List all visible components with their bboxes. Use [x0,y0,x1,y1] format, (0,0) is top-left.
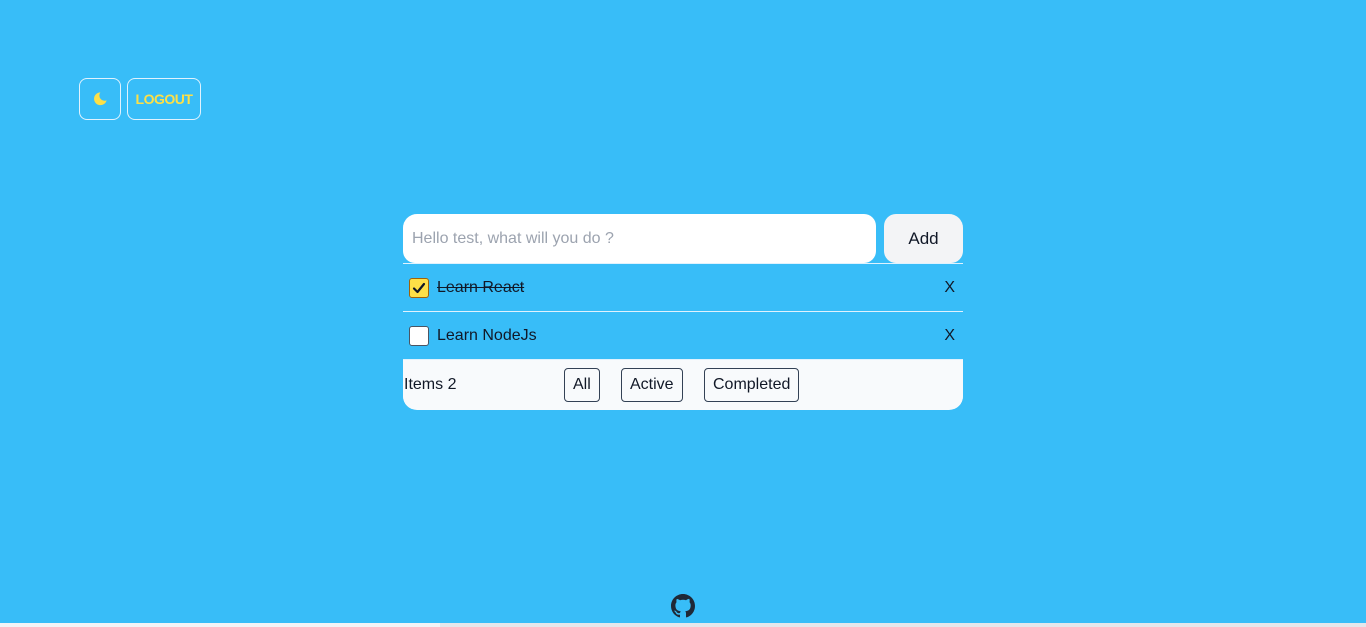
logout-button[interactable]: LOGOUT [127,78,201,120]
moon-icon [94,92,107,106]
todo-footer: Items 2 All Active Completed [403,359,963,409]
todo-input-row: Add [403,214,963,263]
top-bar: LOGOUT [79,78,201,120]
todo-item: Learn NodeJs X [403,311,963,359]
items-count: Items 2 [404,375,457,393]
filter-active-button[interactable]: Active [621,368,683,402]
todo-checkbox[interactable] [409,325,429,346]
todo-card: Add Learn React X Learn NodeJs X Items 2… [403,214,963,410]
github-icon[interactable] [671,594,695,618]
checkmark-icon [412,282,426,293]
delete-todo-button[interactable]: X [944,279,955,297]
theme-toggle-button[interactable] [79,78,121,120]
todo-text: Learn NodeJs [437,326,537,344]
filter-all-button[interactable]: All [564,368,600,402]
scrollbar-thumb[interactable] [0,623,440,627]
horizontal-scrollbar[interactable] [0,623,1366,627]
todo-text: Learn React [437,278,525,296]
add-button[interactable]: Add [884,214,963,263]
delete-todo-button[interactable]: X [944,327,955,345]
todo-checkbox-checked[interactable] [409,277,429,298]
todo-item: Learn React X [403,263,963,311]
page: { "header": { "theme_icon": "moon-icon",… [0,0,1366,627]
todo-input[interactable] [403,214,876,263]
filter-completed-button[interactable]: Completed [704,368,800,402]
